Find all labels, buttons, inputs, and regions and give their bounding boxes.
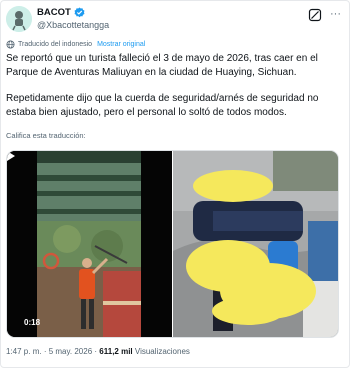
display-name[interactable]: BACOT (37, 7, 71, 18)
tweet-paragraph-2: Repetidamente dijo que la cuerda de segu… (6, 93, 319, 118)
photo-image (173, 151, 338, 337)
tweet-text: Se reportó que un turista falleció el 3 … (6, 52, 344, 119)
translation-notice-text: Traducido del indonesio (18, 41, 93, 48)
video-frame-image (7, 151, 172, 337)
grok-icon[interactable] (308, 8, 322, 22)
media-grid: 0:18 (6, 150, 339, 338)
views-count[interactable]: 611,2 mil (99, 347, 132, 356)
show-original-link[interactable]: Mostrar original (97, 41, 145, 48)
rate-translation-label[interactable]: Califica esta traducción: (6, 131, 86, 140)
globe-icon (6, 40, 15, 49)
verified-badge-icon (74, 7, 85, 18)
tweet-paragraph-1: Se reportó que un turista falleció el 3 … (6, 53, 318, 78)
user-handle[interactable]: @Xbacottetangga (37, 20, 109, 30)
avatar-icon (6, 6, 32, 32)
meta-separator-2: · (94, 347, 98, 356)
views-label: Visualizaciones (134, 347, 190, 356)
post-date[interactable]: 5 may. 2026 (49, 347, 92, 356)
avatar[interactable] (6, 6, 32, 32)
video-thumbnail[interactable]: 0:18 (7, 151, 172, 337)
tweet-header: BACOT @Xbacottetangga ··· (6, 6, 344, 32)
post-time[interactable]: 1:47 p. m. (6, 347, 42, 356)
translation-notice: Traducido del indonesio Mostrar original (6, 40, 145, 49)
play-icon[interactable] (7, 151, 15, 161)
tweet-meta: 1:47 p. m. · 5 may. 2026 · 611,2 mil Vis… (6, 347, 190, 356)
photo-thumbnail[interactable] (173, 151, 338, 337)
video-duration: 0:18 (24, 318, 41, 327)
name-row: BACOT (37, 7, 85, 18)
meta-separator-1: · (43, 347, 47, 356)
more-options-icon[interactable]: ··· (330, 7, 341, 21)
